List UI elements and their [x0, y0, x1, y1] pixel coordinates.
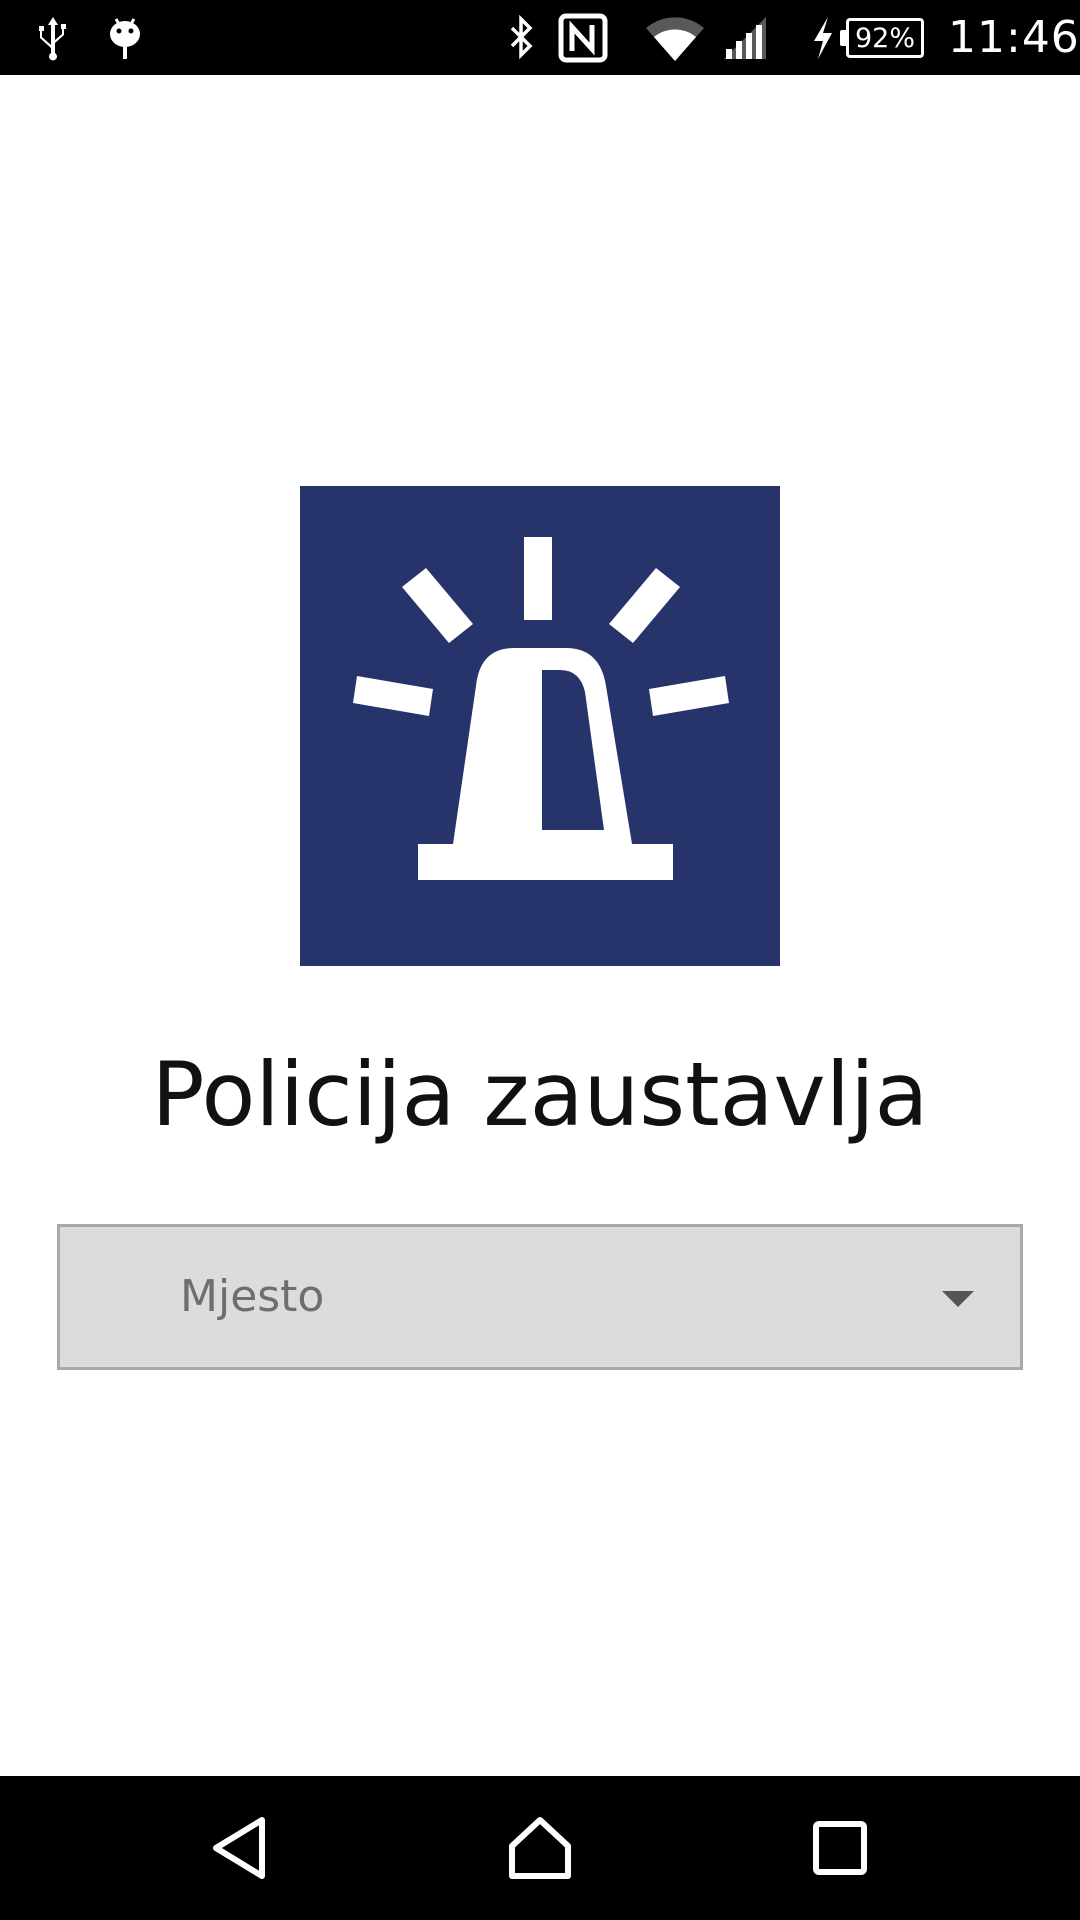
location-select-placeholder: Mjesto — [180, 1271, 325, 1322]
back-button[interactable] — [180, 1776, 300, 1920]
nfc-icon — [558, 0, 608, 75]
android-debug-icon — [106, 0, 144, 75]
app-logo — [300, 486, 780, 966]
recents-icon — [813, 1821, 867, 1875]
location-select[interactable]: Mjesto — [57, 1224, 1023, 1370]
back-icon — [213, 1817, 265, 1879]
usb-icon — [36, 0, 70, 75]
recents-button[interactable] — [780, 1776, 900, 1920]
cell-signal-icon — [722, 0, 768, 75]
charging-icon — [810, 0, 836, 75]
battery-percent: 92% — [854, 22, 915, 54]
status-bar: 92% 11:46 — [0, 0, 1080, 75]
bluetooth-icon — [504, 0, 538, 75]
navigation-bar — [0, 1776, 1080, 1920]
wifi-icon — [644, 0, 706, 75]
battery-indicator: 92% — [846, 18, 924, 58]
police-siren-icon — [353, 537, 729, 880]
app-title: Policija zaustavlja — [151, 1043, 929, 1146]
home-button[interactable] — [480, 1776, 600, 1920]
chevron-down-icon — [942, 1291, 974, 1307]
clock: 11:46 — [948, 12, 1080, 63]
home-icon — [509, 1817, 571, 1879]
